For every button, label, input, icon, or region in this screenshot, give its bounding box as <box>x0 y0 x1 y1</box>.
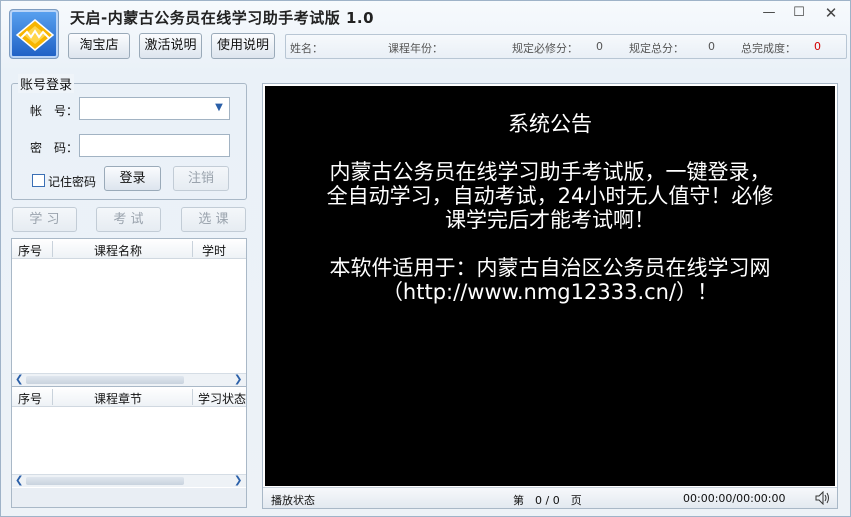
column-chapter[interactable]: 课程章节 <box>94 390 142 407</box>
total-credits-value: 0 <box>708 40 715 53</box>
app-window: 天启-内蒙古公务员在线学习助手考试版 1.0 — ☐ ✕ 淘宝店 激活说明 使用… <box>0 0 851 517</box>
password-label: 密 码： <box>30 141 79 155</box>
announcement-line: （http://www.nmg12333.cn/）！ <box>381 280 719 304</box>
time-display: 00:00:00/00:00:00 <box>683 492 786 505</box>
chevron-right-icon[interactable]: ❯ <box>234 475 242 487</box>
diamond-logo-icon <box>9 9 59 59</box>
window-title: 天启-内蒙古公务员在线学习助手考试版 1.0 <box>70 9 375 27</box>
announcement-line: 课学完后才能考试啊！ <box>445 208 655 232</box>
chevron-left-icon[interactable]: ❮ <box>15 475 23 487</box>
announcement-screen: 系统公告 内蒙古公务员在线学习助手考试版，一键登录， 全自动学习，自动考试，24… <box>265 86 835 486</box>
taobao-shop-button[interactable]: 淘宝店 <box>68 33 130 59</box>
speaker-icon[interactable] <box>815 491 831 505</box>
course-year-label: 课程年份： <box>388 42 443 55</box>
minimize-button[interactable]: — <box>755 3 783 23</box>
required-credits-value: 0 <box>596 40 603 53</box>
column-divider <box>52 389 53 405</box>
account-label: 帐 号： <box>30 104 79 118</box>
select-course-button[interactable]: 选 课 <box>181 207 246 232</box>
study-button[interactable]: 学 习 <box>12 207 77 232</box>
completion-label: 总完成度： <box>741 42 796 55</box>
remember-password-checkbox[interactable] <box>32 174 45 187</box>
chapter-list-header: 序号 课程章节 学习状态 <box>12 387 246 407</box>
chapter-list-hscrollbar[interactable]: ❮ ❯ <box>12 474 246 487</box>
logout-button[interactable]: 注销 <box>173 166 229 191</box>
announcement-title: 系统公告 <box>508 112 592 136</box>
completion-value: 0 <box>814 40 821 53</box>
grid-footer <box>12 488 246 507</box>
course-list-header: 序号 课程名称 学时 <box>12 239 246 259</box>
column-study-status[interactable]: 学习状态 <box>198 390 246 407</box>
column-divider <box>192 241 193 257</box>
total-credits-label: 规定总分： <box>629 42 684 55</box>
name-label: 姓名： <box>290 42 323 55</box>
column-divider <box>192 389 193 405</box>
maximize-button[interactable]: ☐ <box>785 3 813 23</box>
chapter-list-table[interactable]: 序号 课程章节 学习状态 ❮ ❯ <box>11 386 247 508</box>
column-divider <box>52 241 53 257</box>
column-hours[interactable]: 学时 <box>202 242 226 259</box>
password-input[interactable] <box>79 134 230 157</box>
activation-help-button[interactable]: 激活说明 <box>139 33 202 59</box>
account-combobox[interactable]: ▼ <box>79 97 230 120</box>
chevron-left-icon[interactable]: ❮ <box>15 374 23 386</box>
exam-button[interactable]: 考 试 <box>96 207 161 232</box>
scroll-thumb[interactable] <box>26 477 184 485</box>
login-button[interactable]: 登录 <box>104 166 161 191</box>
required-credits-label: 规定必修分： <box>512 42 578 55</box>
course-list-table[interactable]: 序号 课程名称 学时 ❮ ❯ <box>11 238 247 386</box>
user-info-bar: 姓名： 课程年份： 规定必修分： 0 规定总分： 0 总完成度： 0 <box>285 34 847 59</box>
close-button[interactable]: ✕ <box>817 3 845 23</box>
chevron-right-icon[interactable]: ❯ <box>234 374 242 386</box>
page-indicator: 第 0 / 0 页 <box>513 494 582 507</box>
usage-help-button[interactable]: 使用说明 <box>211 33 275 59</box>
column-index[interactable]: 序号 <box>18 242 42 259</box>
column-index[interactable]: 序号 <box>18 390 42 407</box>
play-status-label: 播放状态 <box>271 494 315 507</box>
column-course-name[interactable]: 课程名称 <box>94 242 142 259</box>
login-group-title: 账号登录 <box>18 74 75 93</box>
course-list-hscrollbar[interactable]: ❮ ❯ <box>12 373 246 386</box>
remember-password-label[interactable]: 记住密码 <box>48 173 96 190</box>
player-status-bar: 播放状态 第 0 / 0 页 00:00:00/00:00:00 <box>263 487 837 508</box>
scroll-thumb[interactable] <box>26 376 184 384</box>
chevron-down-icon[interactable]: ▼ <box>213 102 225 114</box>
